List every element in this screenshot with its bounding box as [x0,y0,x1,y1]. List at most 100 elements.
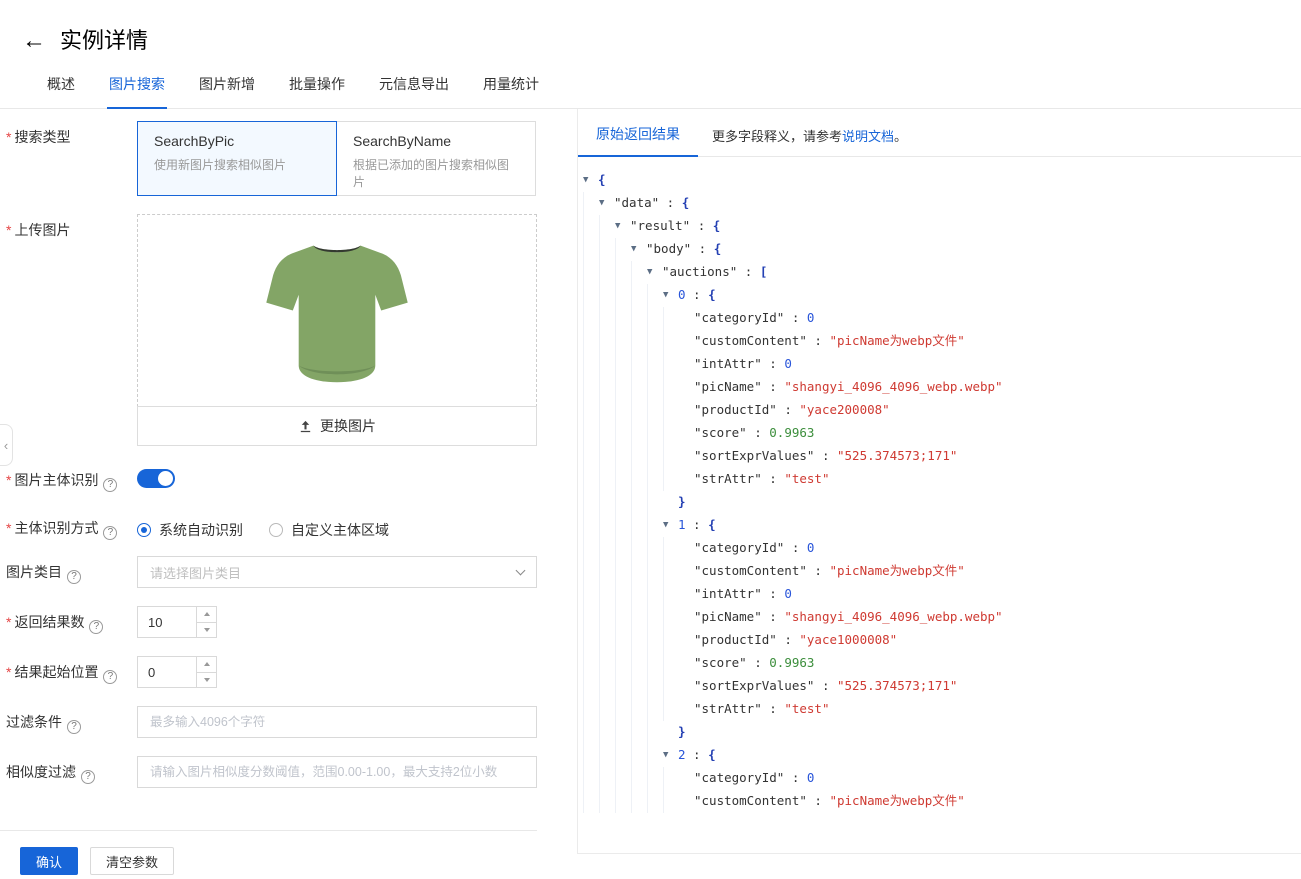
indent-guide [615,491,631,514]
card-search-by-pic[interactable]: SearchByPic 使用新图片搜索相似图片 [137,121,337,196]
upload-icon [298,419,313,434]
radio-auto-detect[interactable]: 系统自动识别 [137,520,243,540]
collapse-arrow-icon[interactable]: ▼ [599,199,614,208]
collapse-arrow-icon[interactable]: ▼ [663,521,678,530]
tab-overview[interactable]: 概述 [45,76,77,108]
help-icon[interactable]: ? [103,478,117,492]
stepper-down-button[interactable] [197,672,216,688]
start-position-label: *结果起始位置? [6,656,137,688]
indent-guide [631,261,647,284]
indent-guide [615,353,631,376]
indent-guide [663,468,679,491]
sidebar-collapse-handle[interactable]: ‹ [0,424,13,466]
indent-guide [615,744,631,767]
help-icon[interactable]: ? [67,570,81,584]
help-icon[interactable]: ? [103,526,117,540]
collapse-arrow-icon[interactable]: ▼ [663,291,678,300]
help-icon[interactable]: ? [103,670,117,684]
indent-guide [615,284,631,307]
json-key: "result" [630,220,690,233]
json-key: "intAttr" [694,358,762,371]
tab-batch-operations[interactable]: 批量操作 [287,76,347,108]
json-tree-line: } [583,491,1293,514]
help-icon[interactable]: ? [81,770,95,784]
tab-image-add[interactable]: 图片新增 [197,76,257,108]
indent-guide [583,583,599,606]
indent-guide [631,583,647,606]
json-tree-line: "score" : 0.9963 [583,652,1293,675]
indent-guide [599,652,615,675]
indent-guide [599,284,615,307]
json-tree-line: "strAttr" : "test" [583,468,1293,491]
card-search-by-name[interactable]: SearchByName 根据已添加的图片搜索相似图片 [336,121,536,196]
json-tree-line: "productId" : "yace200008" [583,399,1293,422]
radio-custom-region[interactable]: 自定义主体区域 [269,520,389,540]
json-key: "categoryId" [694,542,784,555]
help-icon[interactable]: ? [89,620,103,634]
indent-guide [599,629,615,652]
indent-guide [599,491,615,514]
form-row-similarity: 相似度过滤? [6,756,537,788]
help-icon[interactable]: ? [67,720,81,734]
confirm-button[interactable]: 确认 [20,847,78,875]
collapse-arrow-icon[interactable]: ▼ [583,176,598,185]
json-tree-line: "picName" : "shangyi_4096_4096_webp.webp… [583,606,1293,629]
tab-raw-result[interactable]: 原始返回结果 [578,115,698,157]
subject-detect-toggle[interactable] [137,469,175,488]
similarity-input[interactable] [137,756,537,788]
indent-guide [647,583,663,606]
tabs-bar: 概述 图片搜索 图片新增 批量操作 元信息导出 用量统计 [0,76,1301,109]
upload-image-area[interactable] [137,214,537,407]
collapse-arrow-icon[interactable]: ▼ [631,245,646,254]
collapse-arrow-icon[interactable]: ▼ [615,222,630,231]
collapse-arrow-icon[interactable]: ▼ [647,268,662,277]
indent-guide [583,399,599,422]
result-note: 更多字段释义，请参考说明文档。 [712,126,907,145]
change-image-button[interactable]: 更换图片 [137,406,537,446]
result-header: 原始返回结果 更多字段释义，请参考说明文档。 [578,109,1301,157]
label-text: 主体识别方式 [14,520,98,536]
stepper-up-button[interactable] [197,657,216,672]
indent-guide [599,445,615,468]
result-count-input[interactable] [138,607,196,637]
caret-up-icon [204,662,210,666]
docs-link[interactable]: 说明文档 [842,129,894,144]
indent-guide [583,744,599,767]
tab-usage-stats[interactable]: 用量统计 [481,76,541,108]
back-arrow-icon[interactable]: ← [22,26,46,56]
indent-guide [631,422,647,445]
indent-guide [583,652,599,675]
indent-guide [647,606,663,629]
required-mark: * [6,129,11,145]
clear-params-button[interactable]: 清空参数 [90,847,174,875]
json-colon: : [762,588,785,601]
json-key: "customContent" [694,335,807,348]
tab-image-search[interactable]: 图片搜索 [107,76,167,109]
card-desc: 使用新图片搜索相似图片 [154,156,320,173]
indent-guide [615,629,631,652]
json-value: { [708,749,716,762]
label-text: 图片主体识别 [14,472,98,488]
indent-guide [599,376,615,399]
indent-guide [583,353,599,376]
indent-guide [583,284,599,307]
result-count-stepper [137,606,217,638]
label-text: 搜索类型 [14,129,70,145]
indent-guide [583,767,599,790]
tab-meta-export[interactable]: 元信息导出 [377,76,451,108]
indent-guide [599,330,615,353]
stepper-down-button[interactable] [197,622,216,638]
collapse-arrow-icon[interactable]: ▼ [663,751,678,760]
indent-guide [615,399,631,422]
required-mark: * [6,614,11,630]
indent-guide [647,422,663,445]
stepper-up-button[interactable] [197,607,216,622]
indent-guide [647,353,663,376]
category-select[interactable]: 请选择图片类目 [137,556,537,588]
start-position-input[interactable] [138,657,196,687]
json-value: 0 [784,588,792,601]
indent-guide [599,468,615,491]
json-value: "picName为webp文件" [829,565,964,578]
indent-guide [599,514,615,537]
filter-input[interactable] [137,706,537,738]
